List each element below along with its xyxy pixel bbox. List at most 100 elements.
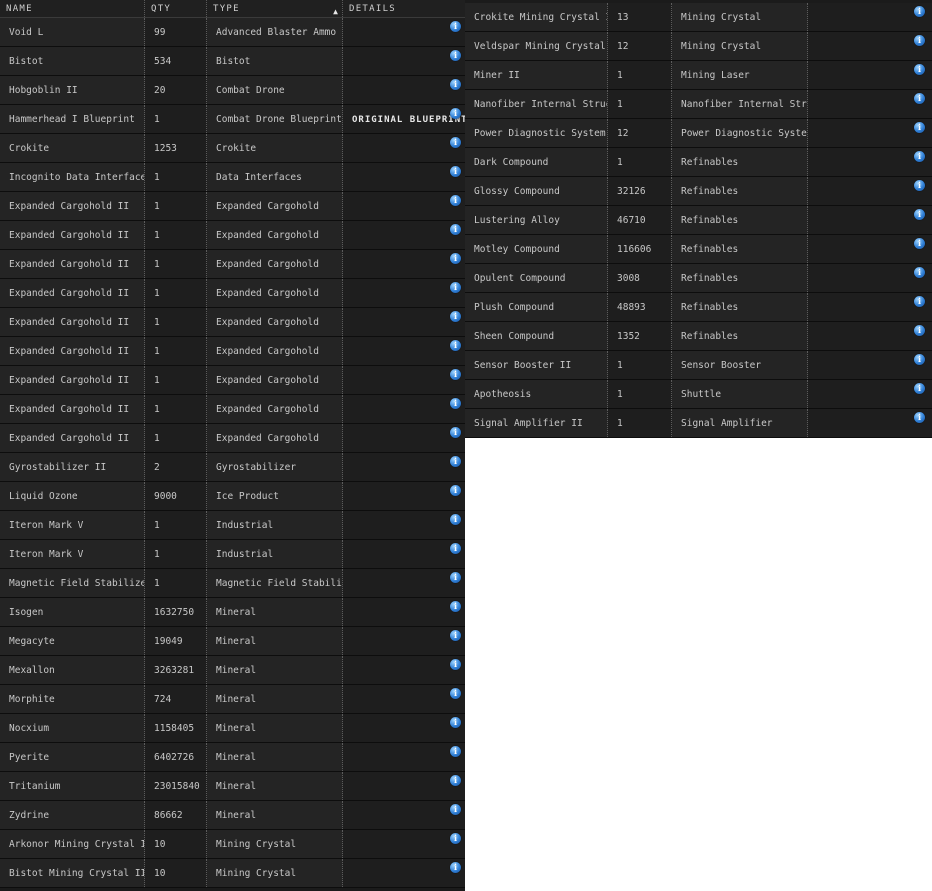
table-row[interactable]: Expanded Cargohold II 1 Expanded Cargohold… <box>0 424 465 453</box>
info-icon[interactable]: i <box>450 166 461 177</box>
info-icon[interactable]: i <box>450 572 461 583</box>
table-row[interactable]: Liquid Ozone 9000 Ice Product i <box>0 482 465 511</box>
info-icon[interactable]: i <box>450 79 461 90</box>
info-icon[interactable]: i <box>450 195 461 206</box>
info-icon[interactable]: i <box>450 804 461 815</box>
info-icon[interactable]: i <box>914 93 925 104</box>
table-row[interactable]: Expanded Cargohold II 1 Expanded Cargohold… <box>0 250 465 279</box>
table-row[interactable]: Mexallon 3263281 Mineral i <box>0 656 465 685</box>
info-icon[interactable]: i <box>450 427 461 438</box>
info-icon[interactable]: i <box>450 224 461 235</box>
info-icon[interactable]: i <box>914 267 925 278</box>
table-row[interactable]: Bistot 534 Bistot i <box>0 47 465 76</box>
table-row[interactable]: Dark Compound 1 Refinables i <box>465 148 932 177</box>
table-row[interactable]: Nocxium 1158405 Mineral i <box>0 714 465 743</box>
table-row[interactable]: Motley Compound 116606 Refinables i <box>465 235 932 264</box>
table-row[interactable]: Expanded Cargohold II 1 Expanded Cargohold… <box>0 221 465 250</box>
info-icon[interactable]: i <box>450 456 461 467</box>
info-icon[interactable]: i <box>450 601 461 612</box>
table-row[interactable]: Expanded Cargohold II 1 Expanded Cargohold… <box>0 395 465 424</box>
info-icon[interactable]: i <box>450 775 461 786</box>
table-row[interactable]: Pyerite 6402726 Mineral i <box>0 743 465 772</box>
info-icon[interactable]: i <box>450 688 461 699</box>
column-header-qty[interactable]: QTY <box>145 0 207 17</box>
cell-name: Lustering Alloy <box>465 206 608 234</box>
table-row[interactable]: Crokite 1253 Crokite i <box>0 134 465 163</box>
table-row[interactable]: Megacyte 19049 Mineral i <box>0 627 465 656</box>
info-icon[interactable]: i <box>914 238 925 249</box>
table-row[interactable]: Hammerhead I Blueprint 1 Combat Drone Blue… <box>0 105 465 134</box>
info-icon[interactable]: i <box>450 282 461 293</box>
table-row[interactable]: Nanofiber Internal Structure II1Nanofibe… <box>465 90 932 119</box>
table-row[interactable]: Hobgoblin II 20 Combat Drone i <box>0 76 465 105</box>
column-header-type[interactable]: TYPE ▲ <box>207 0 343 17</box>
table-row[interactable]: Veldspar Mining Crystal II 12 Mining Cryst… <box>465 32 932 61</box>
table-row[interactable]: Expanded Cargohold II 1 Expanded Cargohold… <box>0 279 465 308</box>
table-row[interactable]: Apotheosis 1 Shuttle i <box>465 380 932 409</box>
info-icon[interactable]: i <box>450 108 461 119</box>
cell-details <box>343 772 465 800</box>
info-icon[interactable]: i <box>450 543 461 554</box>
table-row[interactable]: Power Diagnostic System II 12 Power Diagno… <box>465 119 932 148</box>
table-row[interactable]: Void L 99 Advanced Blaster Ammo i <box>0 18 465 47</box>
table-row[interactable]: Zydrine 86662 Mineral i <box>0 801 465 830</box>
table-row[interactable]: Crokite Mining Crystal II 13 Mining Crysta… <box>465 3 932 32</box>
info-icon[interactable]: i <box>914 296 925 307</box>
info-icon[interactable]: i <box>450 311 461 322</box>
table-row[interactable]: Glossy Compound 32126 Refinables i <box>465 177 932 206</box>
info-icon[interactable]: i <box>450 369 461 380</box>
table-row[interactable]: Isogen 1632750 Mineral i <box>0 598 465 627</box>
table-row[interactable]: Tritanium 23015840 Mineral i <box>0 772 465 801</box>
table-row[interactable]: Magnetic Field Stabilizer II1Magnetic Fi… <box>0 569 465 598</box>
table-row[interactable]: Sheen Compound 1352 Refinables i <box>465 322 932 351</box>
info-icon[interactable]: i <box>450 630 461 641</box>
info-icon[interactable]: i <box>914 412 925 423</box>
info-icon[interactable]: i <box>450 137 461 148</box>
info-icon[interactable]: i <box>450 717 461 728</box>
info-icon[interactable]: i <box>450 862 461 873</box>
table-row[interactable]: Bistot Mining Crystal II 10 Mining Crystal… <box>0 859 465 888</box>
info-icon[interactable]: i <box>450 833 461 844</box>
info-icon[interactable]: i <box>914 325 925 336</box>
table-row[interactable]: Lustering Alloy 46710 Refinables i <box>465 206 932 235</box>
cell-details <box>808 61 932 89</box>
table-row[interactable]: Expanded Cargohold II 1 Expanded Cargohold… <box>0 308 465 337</box>
info-icon[interactable]: i <box>450 514 461 525</box>
info-icon[interactable]: i <box>914 151 925 162</box>
table-row[interactable]: Expanded Cargohold II 1 Expanded Cargohold… <box>0 192 465 221</box>
info-icon[interactable]: i <box>450 253 461 264</box>
table-row[interactable]: Arkonor Mining Crystal II 10 Mining Crysta… <box>0 830 465 859</box>
info-icon[interactable]: i <box>914 180 925 191</box>
column-header-type-label: TYPE <box>213 4 240 14</box>
info-icon[interactable]: i <box>914 64 925 75</box>
info-icon[interactable]: i <box>914 209 925 220</box>
table-row[interactable]: Gyrostabilizer II 2 Gyrostabilizer i <box>0 453 465 482</box>
table-row[interactable]: Plush Compound 48893 Refinables i <box>465 293 932 322</box>
info-icon[interactable]: i <box>914 354 925 365</box>
info-icon[interactable]: i <box>914 383 925 394</box>
column-header-details[interactable]: DETAILS <box>343 0 465 17</box>
info-icon[interactable]: i <box>450 398 461 409</box>
column-header-name[interactable]: NAME <box>0 0 145 17</box>
table-row[interactable]: Sensor Booster II 1 Sensor Booster i <box>465 351 932 380</box>
table-row[interactable]: Incognito Data Interface 1 Data Interfaces… <box>0 163 465 192</box>
info-icon[interactable]: i <box>914 122 925 133</box>
cell-name: Plush Compound <box>465 293 608 321</box>
info-icon[interactable]: i <box>450 50 461 61</box>
info-icon[interactable]: i <box>450 21 461 32</box>
info-icon[interactable]: i <box>450 340 461 351</box>
info-icon[interactable]: i <box>914 6 925 17</box>
table-row[interactable]: Expanded Cargohold II 1 Expanded Cargohold… <box>0 337 465 366</box>
info-icon[interactable]: i <box>914 35 925 46</box>
cell-type: Mineral <box>207 656 343 684</box>
table-row[interactable]: Miner II 1 Mining Laser i <box>465 61 932 90</box>
table-row[interactable]: Expanded Cargohold II 1 Expanded Cargohold… <box>0 366 465 395</box>
table-row[interactable]: Iteron Mark V 1 Industrial i <box>0 511 465 540</box>
info-icon[interactable]: i <box>450 485 461 496</box>
table-row[interactable]: Opulent Compound 3008 Refinables i <box>465 264 932 293</box>
info-icon[interactable]: i <box>450 746 461 757</box>
table-row[interactable]: Iteron Mark V 1 Industrial i <box>0 540 465 569</box>
table-row[interactable]: Morphite 724 Mineral i <box>0 685 465 714</box>
table-row[interactable]: Signal Amplifier II 1 Signal Amplifier i <box>465 409 932 438</box>
info-icon[interactable]: i <box>450 659 461 670</box>
